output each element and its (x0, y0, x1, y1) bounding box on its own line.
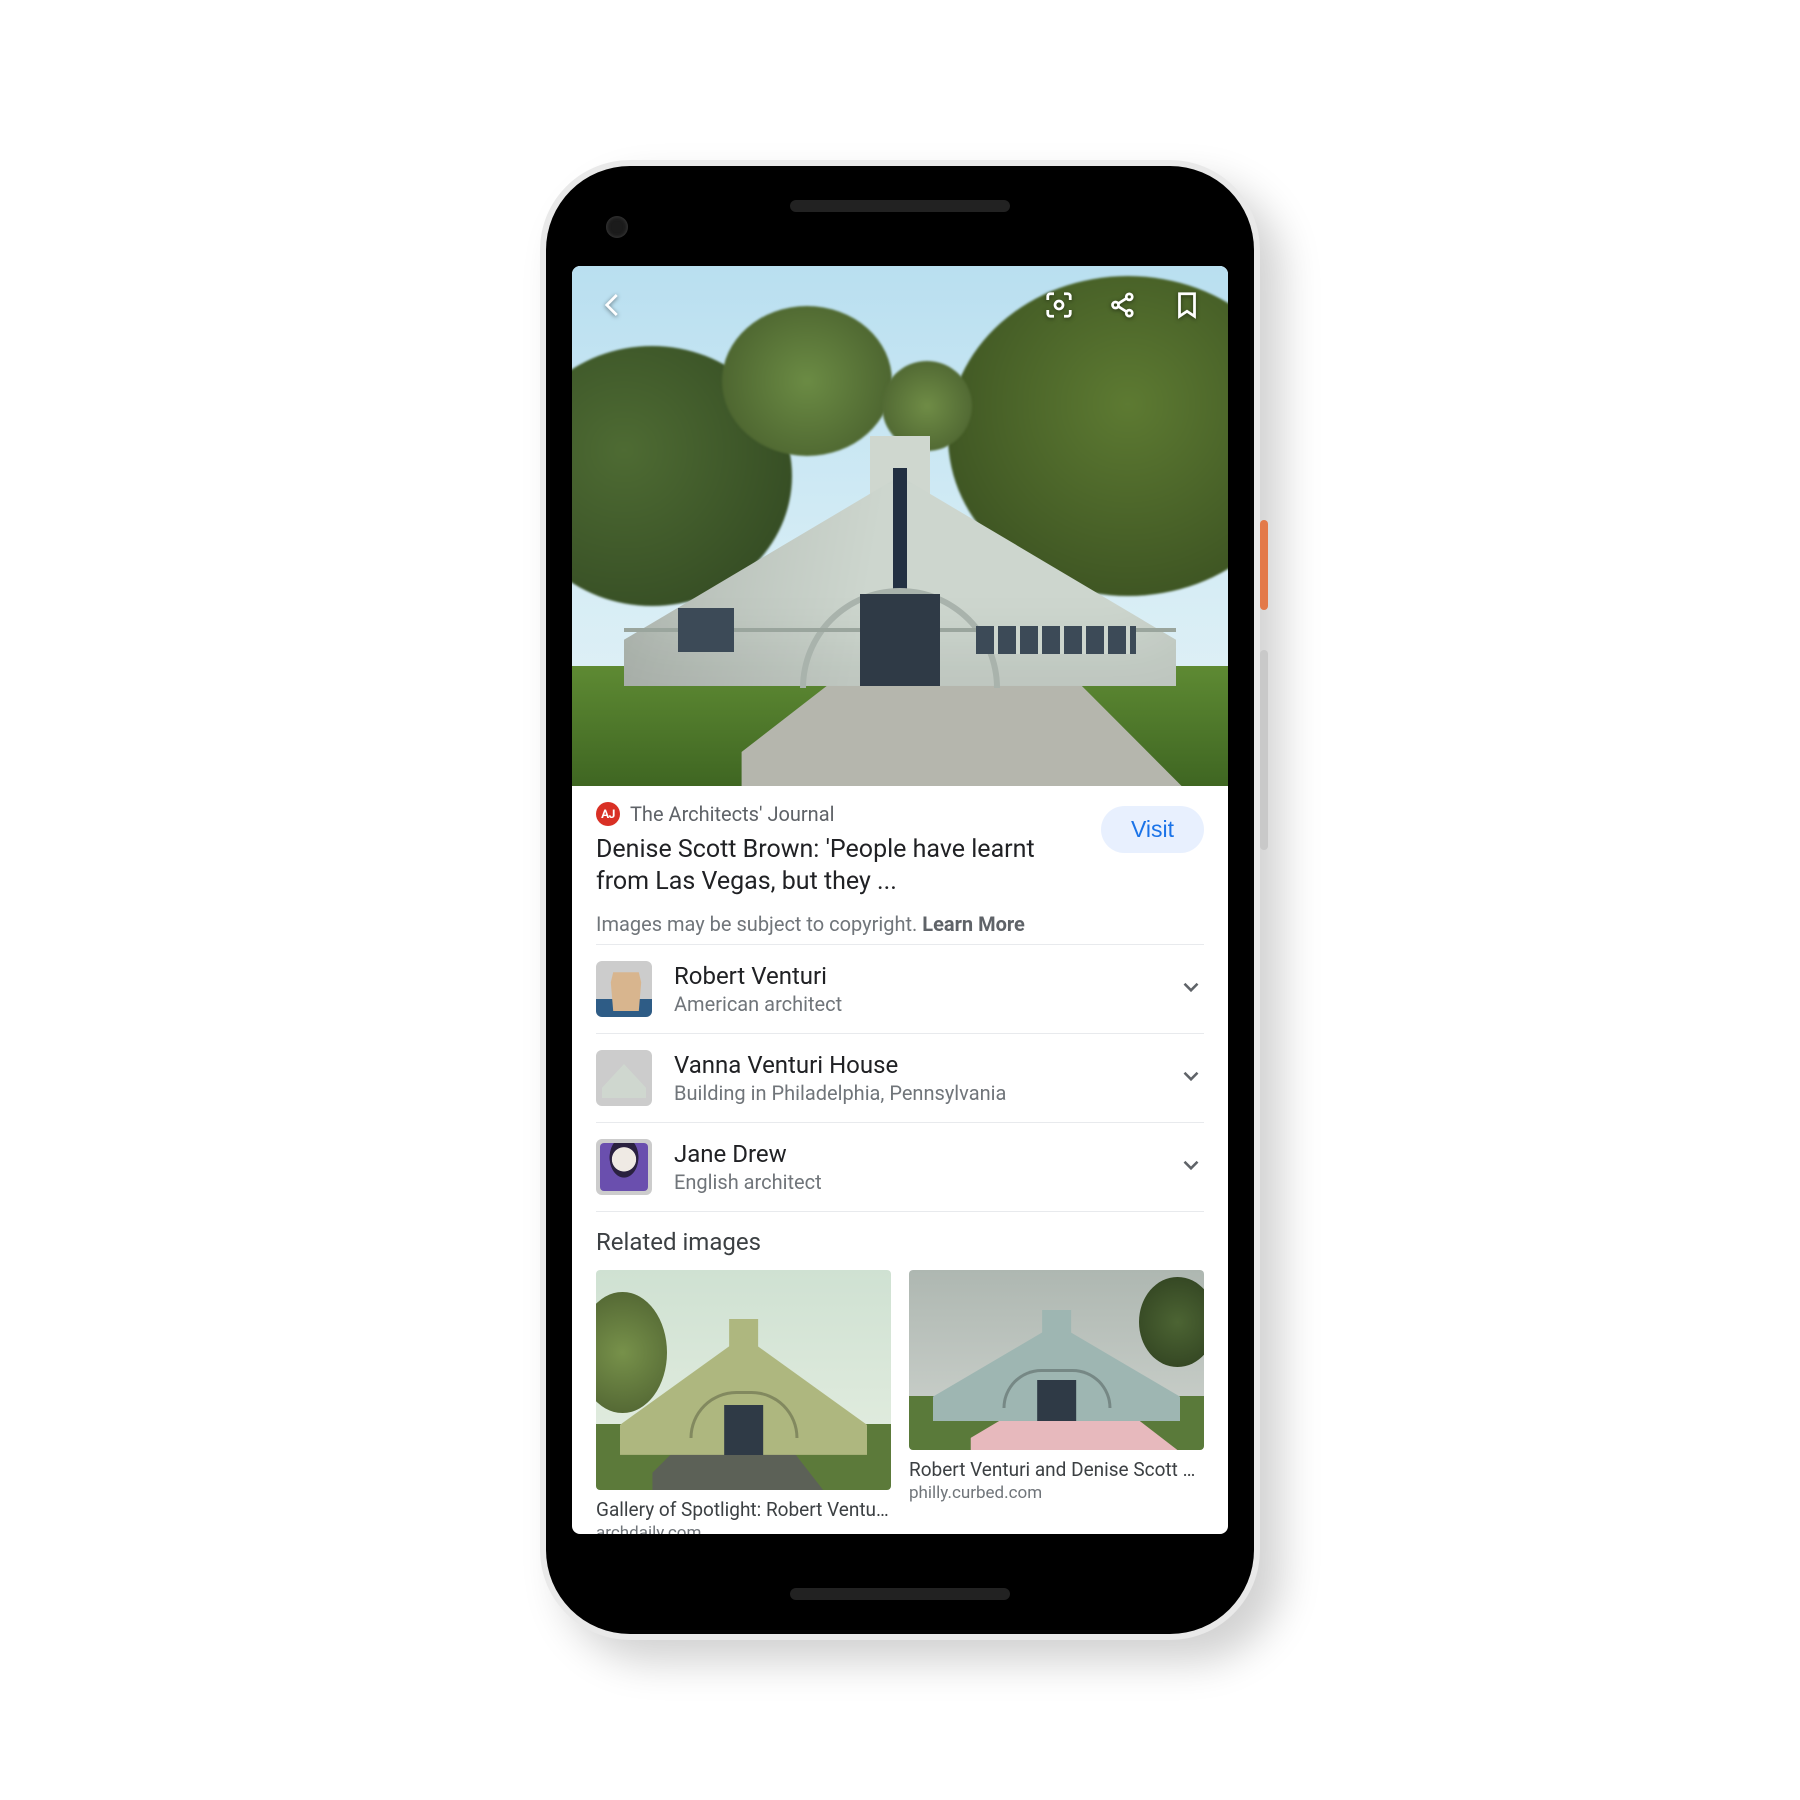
related-thumb (596, 1270, 891, 1490)
entity-thumb (596, 961, 652, 1017)
related-card-source: philly.curbed.com (909, 1483, 1204, 1503)
related-card[interactable]: Robert Venturi and Denise Scott Br… phil… (909, 1270, 1204, 1534)
entity-sub: American architect (674, 992, 1156, 1016)
related-card-source: archdaily.com (596, 1523, 891, 1534)
front-camera (606, 216, 628, 238)
chevron-down-icon[interactable] (1178, 974, 1204, 1004)
related-card[interactable]: Gallery of Spotlight: Robert Venturi … a… (596, 1270, 891, 1534)
related-grid: Gallery of Spotlight: Robert Venturi … a… (596, 1270, 1204, 1534)
back-icon[interactable] (596, 288, 630, 322)
related-title: Related images (596, 1228, 1204, 1256)
hero-overlay (572, 266, 1228, 344)
hero-image[interactable] (572, 266, 1228, 786)
entity-name: Robert Venturi (674, 962, 1156, 990)
learn-more-link[interactable]: Learn More (922, 912, 1025, 936)
copyright-notice: Images may be subject to copyright. Lear… (596, 912, 1204, 936)
source-badge: AJ (596, 802, 620, 826)
power-button[interactable] (1260, 520, 1268, 610)
entity-row[interactable]: Robert Venturi American architect (596, 944, 1204, 1033)
bookmark-icon[interactable] (1170, 288, 1204, 322)
share-icon[interactable] (1106, 288, 1140, 322)
related-thumb (909, 1270, 1204, 1450)
chevron-down-icon[interactable] (1178, 1152, 1204, 1182)
entity-row[interactable]: Vanna Venturi House Building in Philadel… (596, 1033, 1204, 1122)
entity-thumb (596, 1139, 652, 1195)
related-card-title: Robert Venturi and Denise Scott Br… (909, 1458, 1204, 1481)
entity-name: Vanna Venturi House (674, 1051, 1156, 1079)
visit-button[interactable]: Visit (1101, 806, 1204, 853)
source-row: AJ The Architects' Journal Denise Scott … (596, 786, 1204, 898)
entity-sub: English architect (674, 1170, 1156, 1194)
speaker-top (790, 200, 1010, 212)
speaker-bottom (790, 1588, 1010, 1600)
phone-device: AJ The Architects' Journal Denise Scott … (540, 160, 1260, 1640)
source-chip[interactable]: AJ The Architects' Journal (596, 802, 1087, 826)
entity-row[interactable]: Jane Drew English architect (596, 1122, 1204, 1212)
phone-bezel: AJ The Architects' Journal Denise Scott … (546, 166, 1254, 1634)
entity-name: Jane Drew (674, 1140, 1156, 1168)
copyright-text: Images may be subject to copyright. (596, 912, 922, 936)
screen: AJ The Architects' Journal Denise Scott … (572, 266, 1228, 1534)
volume-button[interactable] (1260, 650, 1268, 850)
entity-thumb (596, 1050, 652, 1106)
related-card-title: Gallery of Spotlight: Robert Venturi … (596, 1498, 891, 1521)
source-name: The Architects' Journal (630, 802, 834, 826)
stage: AJ The Architects' Journal Denise Scott … (0, 0, 1800, 1800)
entity-sub: Building in Philadelphia, Pennsylvania (674, 1081, 1156, 1105)
info-panel: AJ The Architects' Journal Denise Scott … (572, 786, 1228, 1534)
chevron-down-icon[interactable] (1178, 1063, 1204, 1093)
headline[interactable]: Denise Scott Brown: 'People have learnt … (596, 834, 1087, 898)
lens-icon[interactable] (1042, 288, 1076, 322)
